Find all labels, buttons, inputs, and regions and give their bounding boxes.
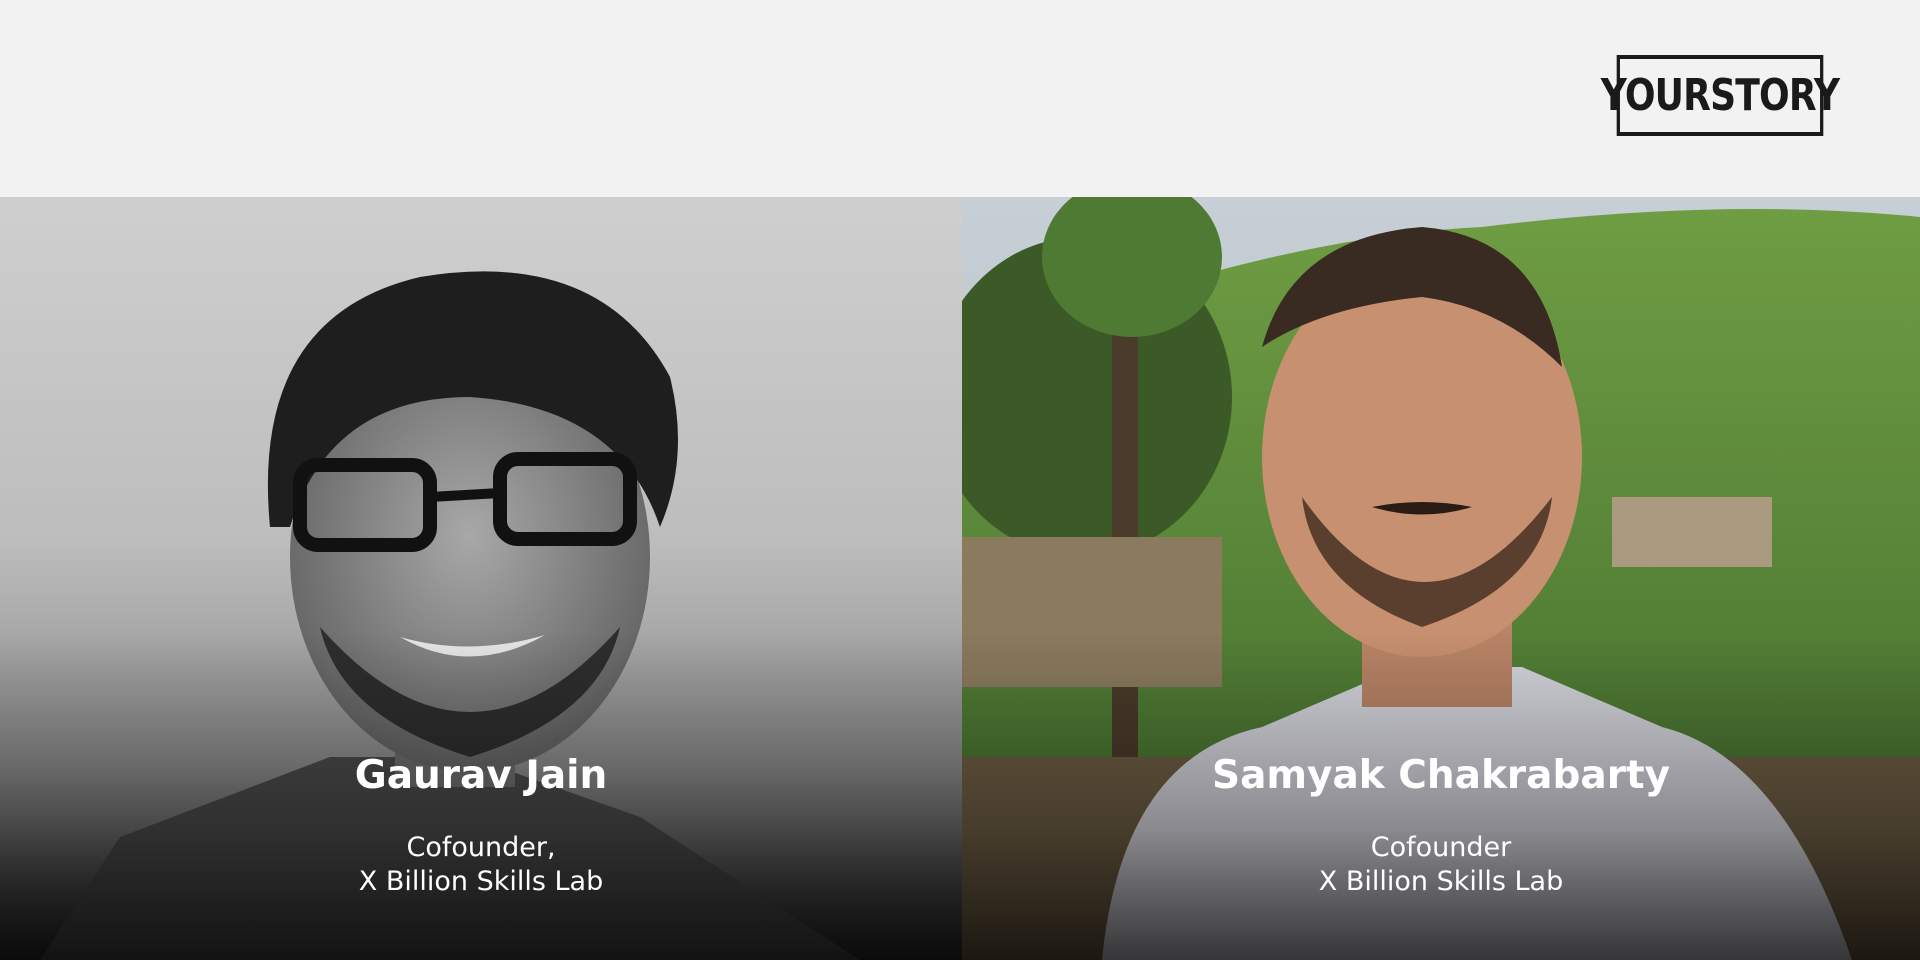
- profile-role-line1: Cofounder,: [406, 832, 556, 863]
- profile-role-line2: X Billion Skills Lab: [1318, 866, 1564, 897]
- profile-role-line2: X Billion Skills Lab: [358, 866, 604, 897]
- profile-panel-right: Samyak Chakrabarty Cofounder X Billion S…: [962, 197, 1920, 960]
- profile-panel-left: Gaurav Jain Cofounder, X Billion Skills …: [0, 197, 962, 960]
- profile-role-line1: Cofounder: [1370, 832, 1512, 863]
- profile-name: Samyak Chakrabarty: [1211, 753, 1671, 798]
- header-bar: YOURSTORY: [0, 0, 1920, 197]
- page: YOURSTORY Gaurav Jain Cofounder, X Billi…: [0, 0, 1920, 960]
- profile-name: Gaurav Jain: [354, 753, 608, 798]
- yourstory-logo[interactable]: YOURSTORY: [1601, 55, 1840, 136]
- profile-role: Cofounder X Billion Skills Lab: [962, 831, 1920, 899]
- profile-role: Cofounder, X Billion Skills Lab: [0, 831, 962, 899]
